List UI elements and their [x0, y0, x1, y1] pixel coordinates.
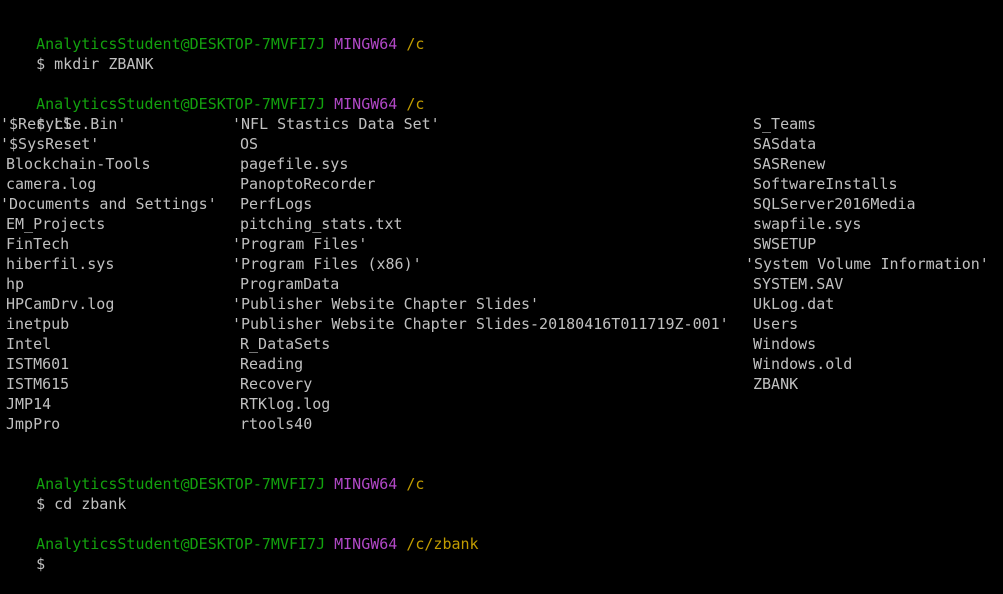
prompt-line: AnalyticsStudent@DESKTOP-7MVFI7J MINGW64 /… — [0, 514, 478, 553]
command-line: $ mkdir ZBANK — [0, 34, 153, 73]
prompt-line: AnalyticsStudent@DESKTOP-7MVFI7J MINGW64/… — [0, 14, 424, 53]
prompt-msystem: MINGW64 — [334, 35, 398, 53]
ls-entry: HPCamDrv.log — [6, 295, 115, 313]
prompt-path: /c/zbank — [406, 535, 479, 553]
ls-entry: '$SysReset' — [0, 135, 100, 153]
ls-entry: UkLog.dat — [753, 295, 835, 313]
ls-entry: SASRenew — [753, 155, 826, 173]
command-line: $ cd zbank — [0, 474, 126, 513]
ls-entry: FinTech — [6, 235, 70, 253]
ls-entry: rtools40 — [240, 415, 313, 433]
prompt-path: /c — [406, 475, 425, 493]
prompt-path: /c — [406, 35, 425, 53]
ls-entry: OS — [240, 135, 259, 153]
ls-entry: JmpPro — [6, 415, 61, 433]
prompt-line: AnalyticsStudent@DESKTOP-7MVFI7J MINGW64 /… — [0, 74, 424, 113]
ls-entry: SWSETUP — [753, 235, 817, 253]
ls-entry: Windows — [753, 335, 817, 353]
ls-entry: pagefile.sys — [240, 155, 349, 173]
prompt-symbol: $ — [36, 555, 46, 573]
prompt-msystem: MINGW64 — [334, 95, 398, 113]
prompt-msystem: MINGW64 — [334, 475, 398, 493]
ls-entry: Recovery — [240, 375, 313, 393]
prompt-symbol: $ — [36, 55, 46, 73]
ls-entry: S_Teams — [753, 115, 817, 133]
ls-entry: PerfLogs — [240, 195, 313, 213]
ls-entry: Blockchain-Tools — [6, 155, 151, 173]
prompt-path: /c — [406, 95, 425, 113]
ls-entry: hp — [6, 275, 25, 293]
ls-entry: ISTM615 — [6, 375, 70, 393]
ls-entry: EM_Projects — [6, 215, 106, 233]
command-text: cd zbank — [54, 495, 127, 513]
ls-entry: ProgramData — [240, 275, 340, 293]
ls-entry: 'System Volume Information' — [745, 255, 989, 273]
terminal-window[interactable]: AnalyticsStudent@DESKTOP-7MVFI7J MINGW64 /… — [0, 0, 1003, 573]
ls-entry: SoftwareInstalls — [753, 175, 898, 193]
command-text: mkdir ZBANK — [54, 55, 154, 73]
prompt-line: AnalyticsStudent@DESKTOP-7MVFI7J MINGW64/… — [0, 454, 424, 493]
ls-entry: R_DataSets — [240, 335, 331, 353]
ls-entry: 'NFL Stastics Data Set' — [232, 115, 440, 133]
ls-entry: camera.log — [6, 175, 97, 193]
command-line: $ LS — [0, 94, 72, 133]
ls-entry: ZBANK — [753, 375, 799, 393]
ls-entry: inetpub — [6, 315, 70, 333]
ls-entry: hiberfil.sys — [6, 255, 115, 273]
ls-entry: ISTM601 — [6, 355, 70, 373]
ls-entry: JMP14 — [6, 395, 52, 413]
ls-entry: 'Publisher Website Chapter Slides-201804… — [232, 315, 729, 333]
ls-entry: SQLServer2016Media — [753, 195, 916, 213]
prompt-symbol: $ — [36, 495, 46, 513]
ls-entry: Reading — [240, 355, 304, 373]
ls-entry: 'Program Files (x86)' — [232, 255, 422, 273]
ls-entry: Intel — [6, 335, 52, 353]
ls-entry: 'Publisher Website Chapter Slides' — [232, 295, 540, 313]
ls-entry: SYSTEM.SAV — [753, 275, 844, 293]
prompt-user-host: AnalyticsStudent@DESKTOP-7MVFI7J — [36, 95, 326, 113]
prompt-user-host: AnalyticsStudent@DESKTOP-7MVFI7J — [36, 535, 326, 553]
ls-entry: 'Documents and Settings' — [0, 195, 217, 213]
ls-entry: RTKlog.log — [240, 395, 331, 413]
ls-entry: pitching_stats.txt — [240, 215, 403, 233]
ls-entry: PanoptoRecorder — [240, 175, 376, 193]
ls-entry: 'Program Files' — [232, 235, 368, 253]
prompt-msystem: MINGW64 — [334, 535, 398, 553]
command-input[interactable]: $ — [0, 534, 45, 573]
ls-entry: Users — [753, 315, 799, 333]
ls-entry: SASdata — [753, 135, 817, 153]
ls-entry: '$Recycle.Bin' — [0, 115, 127, 133]
ls-entry: Windows.old — [753, 355, 853, 373]
ls-entry: swapfile.sys — [753, 215, 862, 233]
